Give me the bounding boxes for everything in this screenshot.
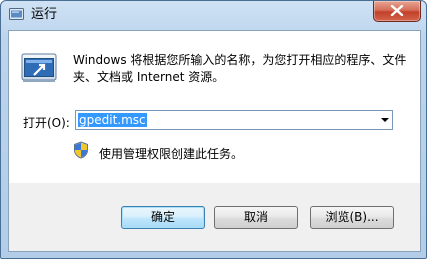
cancel-button[interactable]: 取消: [214, 206, 298, 229]
description-text: Windows 将根据您所输入的名称，为您打开相应的程序、文件夹、文档或 Int…: [73, 53, 407, 84]
window-title: 运行: [31, 7, 58, 22]
dropdown-arrow-icon[interactable]: [381, 118, 389, 122]
button-bar: 确定 取消 浏览(B)...: [8, 183, 421, 252]
open-input-value[interactable]: gpedit.msc: [78, 113, 147, 127]
browse-button[interactable]: 浏览(B)...: [310, 206, 394, 229]
admin-note: 使用管理权限创建此任务。: [99, 147, 244, 161]
run-dialog: 运行 Windows 将根据您所输入的名称，为您打开相应的程序、文件夹、文档或 …: [0, 0, 427, 259]
close-button[interactable]: [373, 1, 421, 22]
close-icon: [390, 5, 404, 16]
run-program-icon: [21, 53, 57, 86]
uac-shield-icon: [73, 141, 89, 162]
dialog-content: Windows 将根据您所输入的名称，为您打开相应的程序、文件夹、文档或 Int…: [8, 30, 421, 184]
title-bar[interactable]: 运行: [1, 1, 426, 30]
ok-button[interactable]: 确定: [121, 206, 205, 229]
run-app-icon: [9, 8, 24, 21]
open-combobox[interactable]: gpedit.msc: [75, 110, 393, 130]
open-label: 打开(O):: [23, 116, 70, 130]
